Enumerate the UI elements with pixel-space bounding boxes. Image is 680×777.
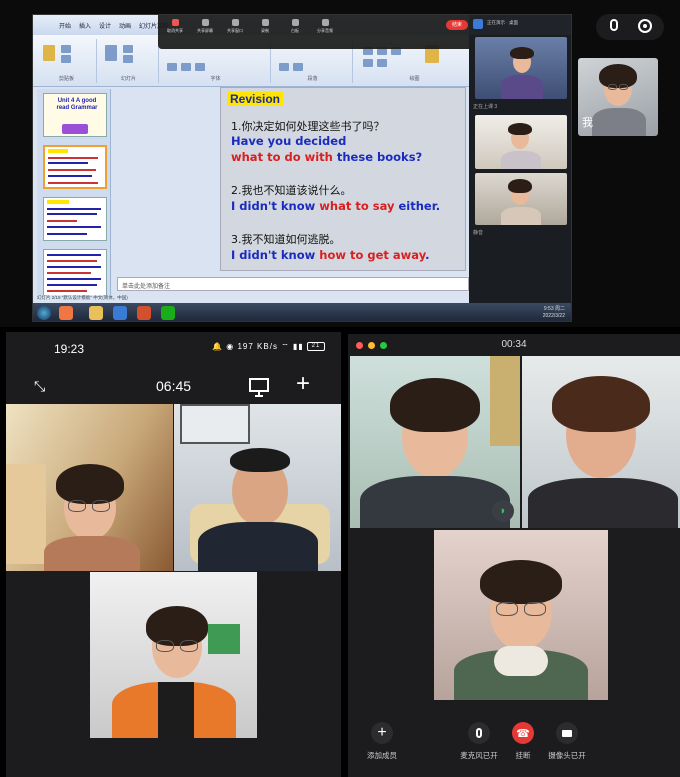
participant-video[interactable] <box>90 572 257 738</box>
self-video[interactable]: 我 <box>578 58 658 136</box>
powerpoint-window: 开始 插入 设计 动画 幻灯片放映 剪贴板 幻灯片 字体 段落 绘图 取消共享 … <box>32 14 572 322</box>
call-duration: 06:45 <box>156 378 192 394</box>
meeting-panel-header: 正在演示 · 桌面 <box>469 15 571 35</box>
screen-share-view: 开始 插入 设计 动画 幻灯片放映 剪贴板 幻灯片 字体 段落 绘图 取消共享 … <box>0 0 680 327</box>
slide-line: 1.你决定如何处理这些书了吗？ <box>231 120 385 133</box>
plus-icon: + <box>371 722 393 744</box>
call-duration: 00:34 <box>501 339 527 350</box>
add-participant-icon[interactable]: + <box>296 372 310 396</box>
status-icons: 🔔 ◉ 197 KB/s ⌔ ▮▮ 21 <box>212 342 325 352</box>
ribbon-tab[interactable]: 动画 <box>119 21 131 30</box>
participant-video[interactable] <box>475 37 567 99</box>
powerpoint-icon[interactable] <box>137 306 151 320</box>
participant-video[interactable] <box>174 404 341 571</box>
notes-field[interactable]: 单击此处添加备注 <box>117 277 469 291</box>
app-icon[interactable] <box>59 306 73 320</box>
hangup-button[interactable]: ☎ 挂断 <box>498 722 548 761</box>
camera-icon <box>556 722 578 744</box>
slide-line: Have you decided <box>231 134 347 148</box>
ribbon-tab[interactable]: 开始 <box>59 21 71 30</box>
slide-line: I didn't know how to get away. <box>231 248 430 262</box>
participant-video[interactable] <box>522 356 680 528</box>
slide-thumbnail[interactable] <box>43 197 107 241</box>
ribbon-tab[interactable]: 插入 <box>79 21 91 30</box>
meeting-share-toolbar: 取消共享 共享屏幕 共享窗口 录制 白板 分享音频 结束 <box>158 15 478 49</box>
share-audio-button[interactable]: 分享音频 <box>314 19 336 34</box>
start-icon[interactable] <box>37 306 51 320</box>
video-call-window: 00:34 ◗ + 添加成员 麦克风已开 ☎ 挂断 摄像头已开 <box>348 334 680 777</box>
microphone-icon[interactable] <box>610 19 618 31</box>
slide-line: 2.我也不知道该说什么。 <box>231 184 352 197</box>
slide-thumbnail[interactable]: Unit 4 A good read Grammar <box>43 93 107 137</box>
folder-icon[interactable] <box>89 306 103 320</box>
slide-line: what to do with these books? <box>231 150 423 164</box>
minimize-icon[interactable]: ⤡ <box>34 378 45 395</box>
self-name-label: 我 <box>582 117 593 129</box>
hangup-icon: ☎ <box>512 722 534 744</box>
slide-line: I didn't know what to say either. <box>231 199 441 213</box>
top-control-pill <box>596 14 664 40</box>
participant-video[interactable] <box>6 404 173 571</box>
participant-video[interactable] <box>475 173 567 225</box>
browser-icon[interactable] <box>113 306 127 320</box>
whiteboard-button[interactable]: 白板 <box>284 19 306 34</box>
participant-video[interactable] <box>434 530 608 700</box>
end-share-button[interactable]: 结束 <box>446 20 468 30</box>
slide-thumbnail[interactable] <box>43 249 107 297</box>
record-icon[interactable] <box>638 19 652 33</box>
app-icon <box>473 19 483 29</box>
camera-button[interactable]: 摄像头已开 <box>542 722 592 761</box>
microphone-button[interactable]: 麦克风已开 <box>454 722 504 761</box>
camera-status-icon: ◉ <box>226 342 235 351</box>
share-window-button[interactable]: 共享窗口 <box>224 19 246 34</box>
current-slide: Revision 1.你决定如何处理这些书了吗？ Have you decide… <box>220 87 466 271</box>
wifi-icon: ⌔ <box>281 342 290 351</box>
phone-call-screen: 19:23 🔔 ◉ 197 KB/s ⌔ ▮▮ 21 ⤡ 06:45 + <box>6 332 341 777</box>
slide-line: 3.我不知道如何逃脱。 <box>231 233 341 246</box>
record-button[interactable]: 录制 <box>254 19 276 34</box>
signal-icon: ▮▮ <box>292 342 304 351</box>
ribbon-group-clipboard: 剪贴板 <box>37 39 97 83</box>
microphone-icon <box>468 722 490 744</box>
participant-video[interactable]: ◗ <box>350 356 520 528</box>
slide-thumbnail-active[interactable] <box>43 145 107 189</box>
ribbon-tab[interactable]: 设计 <box>99 21 111 30</box>
tray-clock: 9:53 周二 2022/3/22 <box>542 306 565 319</box>
battery-icon: 21 <box>307 342 325 352</box>
slide-title: Revision <box>227 92 284 106</box>
bell-icon: 🔔 <box>212 342 224 351</box>
status-time: 19:23 <box>54 342 85 356</box>
stop-share-button[interactable]: 取消共享 <box>164 19 186 34</box>
windows-taskbar: 9:53 周二 2022/3/22 <box>33 303 571 321</box>
meeting-side-panel: 正在演示 · 桌面 正在上课 3 静音 <box>469 15 571 303</box>
share-screen-button[interactable]: 共享屏幕 <box>194 19 216 34</box>
participant-video[interactable] <box>475 115 567 169</box>
add-member-button[interactable]: + 添加成员 <box>357 722 407 761</box>
screen-share-icon[interactable] <box>248 376 270 398</box>
wechat-icon[interactable] <box>161 306 175 320</box>
speaking-indicator-icon: ◗ <box>492 500 514 522</box>
slide-thumbnail-pane: Unit 4 A good read Grammar <box>37 89 111 301</box>
ribbon-group-slides: 幻灯片 <box>99 39 159 83</box>
